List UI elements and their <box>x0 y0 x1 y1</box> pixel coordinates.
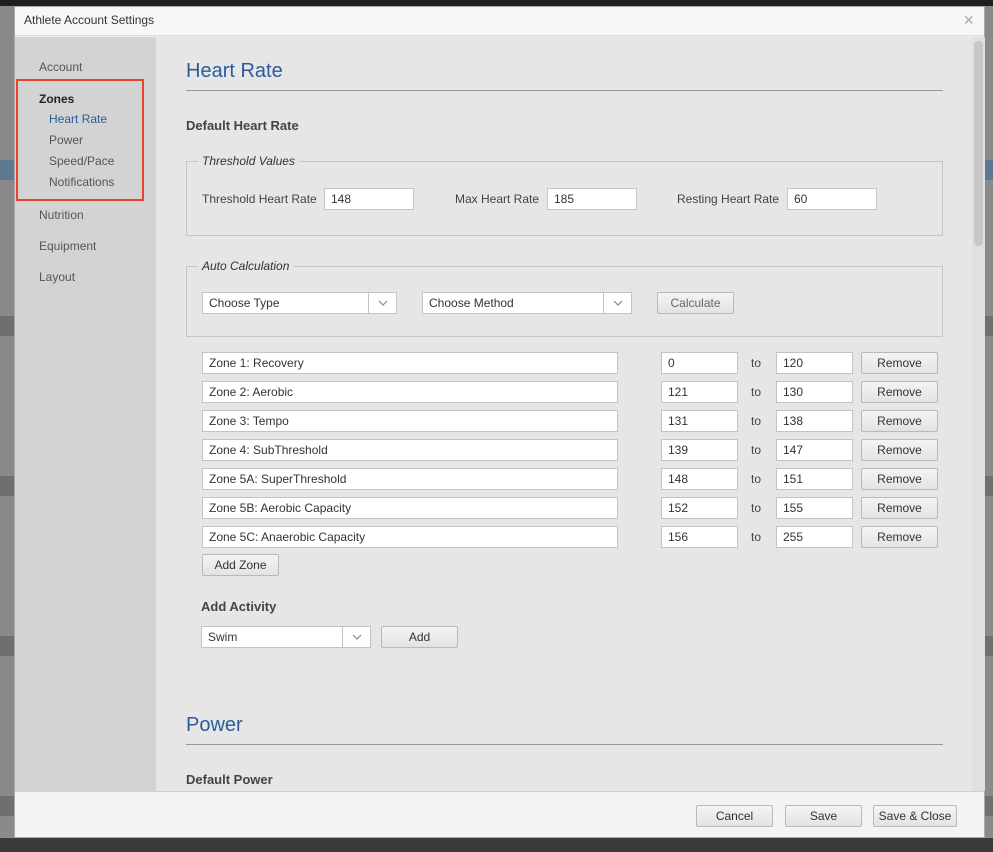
default-heart-rate-heading: Default Heart Rate <box>186 118 299 133</box>
zone-to-input[interactable] <box>776 468 853 490</box>
auto-calculation-legend: Auto Calculation <box>198 259 294 273</box>
background-stripe <box>0 476 14 496</box>
zone-name-input[interactable] <box>202 410 618 432</box>
zone-to-input[interactable] <box>776 352 853 374</box>
activity-select-value: Swim <box>208 630 238 644</box>
background-stripe <box>985 160 993 180</box>
zone-name-input[interactable] <box>202 526 618 548</box>
sidebar-item-equipment[interactable]: Equipment <box>39 239 96 253</box>
zone-to-input[interactable] <box>776 439 853 461</box>
close-icon[interactable]: × <box>963 10 974 30</box>
sidebar-item-notifications[interactable]: Notifications <box>49 175 114 189</box>
activity-select[interactable]: Swim <box>201 626 371 648</box>
zone-to-label: to <box>751 501 762 515</box>
threshold-heart-rate-input[interactable] <box>324 188 414 210</box>
zone-from-input[interactable] <box>661 497 738 519</box>
sidebar-item-nutrition[interactable]: Nutrition <box>39 208 84 222</box>
background-app-left <box>0 6 14 852</box>
section-divider <box>186 90 943 91</box>
settings-dialog: Athlete Account Settings × Account Zones… <box>14 6 985 838</box>
sidebar-item-zones[interactable]: Zones <box>39 92 74 106</box>
zone-from-input[interactable] <box>661 468 738 490</box>
zone-remove-button[interactable]: Remove <box>861 352 938 374</box>
add-activity-heading: Add Activity <box>201 599 277 614</box>
zone-remove-button[interactable]: Remove <box>861 526 938 548</box>
content-scrollbar[interactable] <box>972 37 985 791</box>
sidebar-item-account[interactable]: Account <box>39 60 82 74</box>
dialog-footer: Cancel Save Save & Close <box>15 791 984 837</box>
zone-to-input[interactable] <box>776 410 853 432</box>
background-stripe <box>985 316 993 336</box>
zone-to-input[interactable] <box>776 526 853 548</box>
default-power-heading: Default Power <box>186 772 273 787</box>
resting-heart-rate-input[interactable] <box>787 188 877 210</box>
add-zone-button[interactable]: Add Zone <box>202 554 279 576</box>
zone-from-input[interactable] <box>661 526 738 548</box>
choose-type-select[interactable]: Choose Type <box>202 292 397 314</box>
sidebar-item-heart-rate[interactable]: Heart Rate <box>49 112 107 126</box>
zone-remove-button[interactable]: Remove <box>861 410 938 432</box>
zone-to-label: to <box>751 356 762 370</box>
zone-to-input[interactable] <box>776 497 853 519</box>
sidebar-item-layout[interactable]: Layout <box>39 270 75 284</box>
section-divider <box>186 744 943 745</box>
zone-to-input[interactable] <box>776 381 853 403</box>
zone-from-input[interactable] <box>661 381 738 403</box>
zone-from-input[interactable] <box>661 410 738 432</box>
save-close-button[interactable]: Save & Close <box>873 805 957 827</box>
zone-to-label: to <box>751 443 762 457</box>
max-heart-rate-label: Max Heart Rate <box>455 192 540 206</box>
chevron-down-icon <box>342 627 370 647</box>
zone-name-input[interactable] <box>202 352 618 374</box>
zone-remove-button[interactable]: Remove <box>861 497 938 519</box>
cancel-button[interactable]: Cancel <box>696 805 773 827</box>
add-activity-button[interactable]: Add <box>381 626 458 648</box>
settings-content: Heart Rate Default Heart Rate Threshold … <box>156 37 972 791</box>
background-stripe <box>0 316 14 336</box>
choose-method-select[interactable]: Choose Method <box>422 292 632 314</box>
zone-remove-button[interactable]: Remove <box>861 439 938 461</box>
zone-to-label: to <box>751 414 762 428</box>
heart-rate-title: Heart Rate <box>186 60 283 82</box>
settings-sidebar: Account Zones Heart Rate Power Speed/Pac… <box>15 37 156 791</box>
zone-to-label: to <box>751 530 762 544</box>
zone-name-input[interactable] <box>202 468 618 490</box>
scrollbar-thumb[interactable] <box>974 41 983 246</box>
power-title: Power <box>186 714 243 736</box>
chevron-down-icon <box>603 293 631 313</box>
zone-name-input[interactable] <box>202 497 618 519</box>
background-stripe <box>0 796 14 816</box>
resting-heart-rate-label: Resting Heart Rate <box>677 192 780 206</box>
background-stripe <box>0 160 14 180</box>
zone-name-input[interactable] <box>202 439 618 461</box>
zone-to-label: to <box>751 472 762 486</box>
zone-from-input[interactable] <box>661 352 738 374</box>
choose-type-value: Choose Type <box>209 296 280 310</box>
zone-remove-button[interactable]: Remove <box>861 381 938 403</box>
sidebar-item-speed-pace[interactable]: Speed/Pace <box>49 154 114 168</box>
background-stripe <box>985 636 993 656</box>
max-heart-rate-input[interactable] <box>547 188 637 210</box>
background-stripe <box>985 476 993 496</box>
background-stripe <box>0 636 14 656</box>
zone-from-input[interactable] <box>661 439 738 461</box>
dialog-title: Athlete Account Settings <box>24 13 155 27</box>
sidebar-item-power[interactable]: Power <box>49 133 83 147</box>
dialog-titlebar: Athlete Account Settings × <box>15 7 984 36</box>
threshold-values-legend: Threshold Values <box>198 154 299 168</box>
save-button[interactable]: Save <box>785 805 862 827</box>
zone-name-input[interactable] <box>202 381 618 403</box>
calculate-button[interactable]: Calculate <box>657 292 734 314</box>
background-app-bottom <box>0 838 993 852</box>
background-app-right <box>985 6 993 852</box>
background-stripe <box>985 796 993 816</box>
zone-to-label: to <box>751 385 762 399</box>
zone-remove-button[interactable]: Remove <box>861 468 938 490</box>
chevron-down-icon <box>368 293 396 313</box>
choose-method-value: Choose Method <box>429 296 514 310</box>
threshold-heart-rate-label: Threshold Heart Rate <box>202 192 317 206</box>
